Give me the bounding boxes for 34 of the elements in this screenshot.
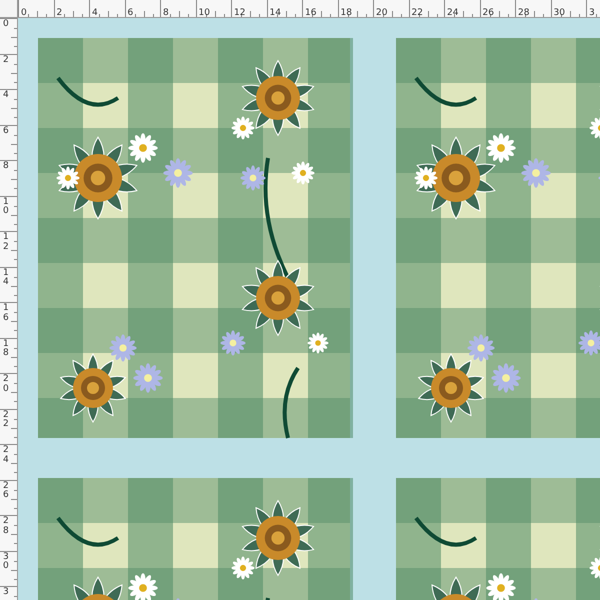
ruler-number: 4 — [3, 91, 9, 101]
ruler-number: 20 — [3, 375, 9, 395]
ruler-number: 26 — [482, 7, 494, 17]
ruler-number: 12 — [3, 233, 9, 253]
ruler-number: 26 — [3, 482, 9, 502]
ruler-number: 20 — [376, 7, 388, 17]
ruler-number: 30 — [554, 7, 565, 17]
ruler-number: 2 — [3, 56, 9, 66]
ruler-number: 10 — [3, 198, 9, 218]
ruler-number: 14 — [3, 268, 9, 288]
ruler-number: 28 — [518, 7, 530, 17]
ruler-number: 2 — [56, 7, 62, 17]
ruler-number: 0 — [3, 20, 9, 30]
ruler-number: 10 — [198, 7, 210, 17]
ruler-number: 8 — [163, 7, 169, 17]
ruler-number: 28 — [3, 517, 9, 537]
ruler-number: 8 — [3, 162, 9, 172]
ruler-number: 18 — [340, 7, 352, 17]
ruler-number: 6 — [128, 7, 134, 17]
ruler-number: 16 — [305, 7, 316, 17]
ruler-number: 16 — [3, 304, 9, 324]
ruler-number: 30 — [3, 552, 9, 572]
ruler-number: 0 — [21, 7, 27, 17]
ruler-number: 3 — [3, 588, 9, 598]
ruler-number: 12 — [234, 7, 246, 17]
ruler-number: 18 — [3, 340, 9, 360]
ruler-number: 22 — [412, 7, 423, 17]
ruler-number: 3 — [589, 7, 595, 17]
ruler-number: 6 — [3, 126, 9, 136]
ruler-number: 4 — [92, 7, 98, 17]
ruler-number: 24 — [447, 7, 458, 17]
ruler-number: 22 — [3, 410, 9, 430]
ruler-number: 24 — [3, 446, 9, 466]
ruler-number: 14 — [270, 7, 281, 17]
